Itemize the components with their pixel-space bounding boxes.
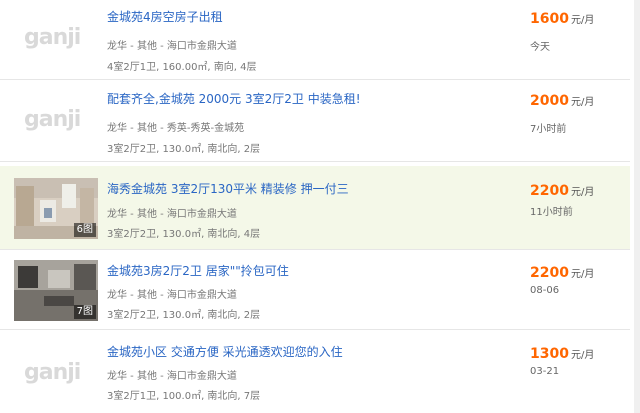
listing-title[interactable]: 金城苑4房空房子出租: [107, 8, 223, 25]
listing-thumbnail[interactable]: 7图: [14, 260, 98, 321]
listing-specs: 3室2厅2卫, 130.0㎡, 南北向, 4层: [107, 229, 261, 240]
listing-price: 2200 元/月: [530, 262, 594, 281]
price-value: 2200: [530, 183, 569, 199]
listing-location: 龙华 - 其他 - 海口市金鼎大道: [107, 209, 237, 220]
price-unit: 元/月: [570, 15, 595, 26]
listing-location: 龙华 - 其他 - 海口市金鼎大道: [107, 41, 237, 52]
price-unit: 元/月: [570, 97, 595, 108]
ganji-logo: ganji: [24, 25, 81, 50]
listing-thumbnail[interactable]: ganji: [14, 91, 98, 152]
listing-price: 2000 元/月: [530, 90, 594, 109]
listing-location: 龙华 - 其他 - 海口市金鼎大道: [107, 290, 237, 301]
listing-time: 7小时前: [530, 124, 567, 135]
listing-specs: 4室2厅1卫, 160.00㎡, 南向, 4层: [107, 62, 257, 73]
listing-time: 今天: [530, 42, 550, 53]
listing-thumbnail[interactable]: ganji: [14, 344, 98, 405]
listing-title[interactable]: 配套齐全,金城苑 2000元 3室2厅2卫 中装急租!: [107, 90, 361, 107]
ganji-logo: ganji: [24, 360, 81, 385]
listing-price: 1300 元/月: [530, 343, 594, 362]
listing-time: 08-06: [530, 285, 560, 296]
ganji-logo: ganji: [24, 107, 81, 132]
listing-item[interactable]: ganji 金城苑4房空房子出租 龙华 - 其他 - 海口市金鼎大道 4室2厅1…: [0, 0, 630, 80]
listing-item[interactable]: ganji 配套齐全,金城苑 2000元 3室2厅2卫 中装急租! 龙华 - 其…: [0, 82, 630, 162]
listing-list: ganji 金城苑4房空房子出租 龙华 - 其他 - 海口市金鼎大道 4室2厅1…: [0, 0, 640, 413]
listing-specs: 3室2厅2卫, 130.0㎡, 南北向, 2层: [107, 144, 261, 155]
listing-thumbnail[interactable]: 6图: [14, 178, 98, 239]
price-unit: 元/月: [570, 269, 595, 280]
listing-item[interactable]: 7图 金城苑3房2厅2卫 居家""拎包可住 龙华 - 其他 - 海口市金鼎大道 …: [0, 250, 630, 330]
listing-item[interactable]: ganji 金城苑小区 交通方便 采光通透欢迎您的入住 龙华 - 其他 - 海口…: [0, 332, 630, 413]
listing-thumbnail[interactable]: ganji: [14, 9, 98, 70]
listing-price: 1600 元/月: [530, 8, 594, 27]
listing-title[interactable]: 金城苑小区 交通方便 采光通透欢迎您的入住: [107, 343, 343, 360]
listing-title[interactable]: 金城苑3房2厅2卫 居家""拎包可住: [107, 262, 289, 279]
photo-count-badge: 7图: [73, 305, 96, 319]
listing-time: 11小时前: [530, 207, 573, 218]
listing-time: 03-21: [530, 366, 560, 377]
price-value: 1300: [530, 346, 569, 362]
listing-location: 龙华 - 其他 - 海口市金鼎大道: [107, 371, 237, 382]
listing-title[interactable]: 海秀金城苑 3室2厅130平米 精装修 押一付三: [107, 180, 349, 197]
listing-location: 龙华 - 其他 - 秀英-秀英-金城苑: [107, 123, 245, 134]
price-unit: 元/月: [570, 350, 595, 361]
scrollbar[interactable]: [634, 0, 640, 413]
price-value: 2200: [530, 265, 569, 281]
listing-specs: 3室2厅2卫, 130.0㎡, 南北向, 2层: [107, 310, 261, 321]
listing-item[interactable]: 6图 海秀金城苑 3室2厅130平米 精装修 押一付三 龙华 - 其他 - 海口…: [0, 166, 630, 250]
price-value: 2000: [530, 93, 569, 109]
listing-price: 2200 元/月: [530, 180, 594, 199]
photo-count-badge: 6图: [73, 223, 96, 237]
listing-specs: 3室2厅1卫, 100.0㎡, 南北向, 7层: [107, 391, 261, 402]
price-unit: 元/月: [570, 187, 595, 198]
price-value: 1600: [530, 11, 569, 27]
